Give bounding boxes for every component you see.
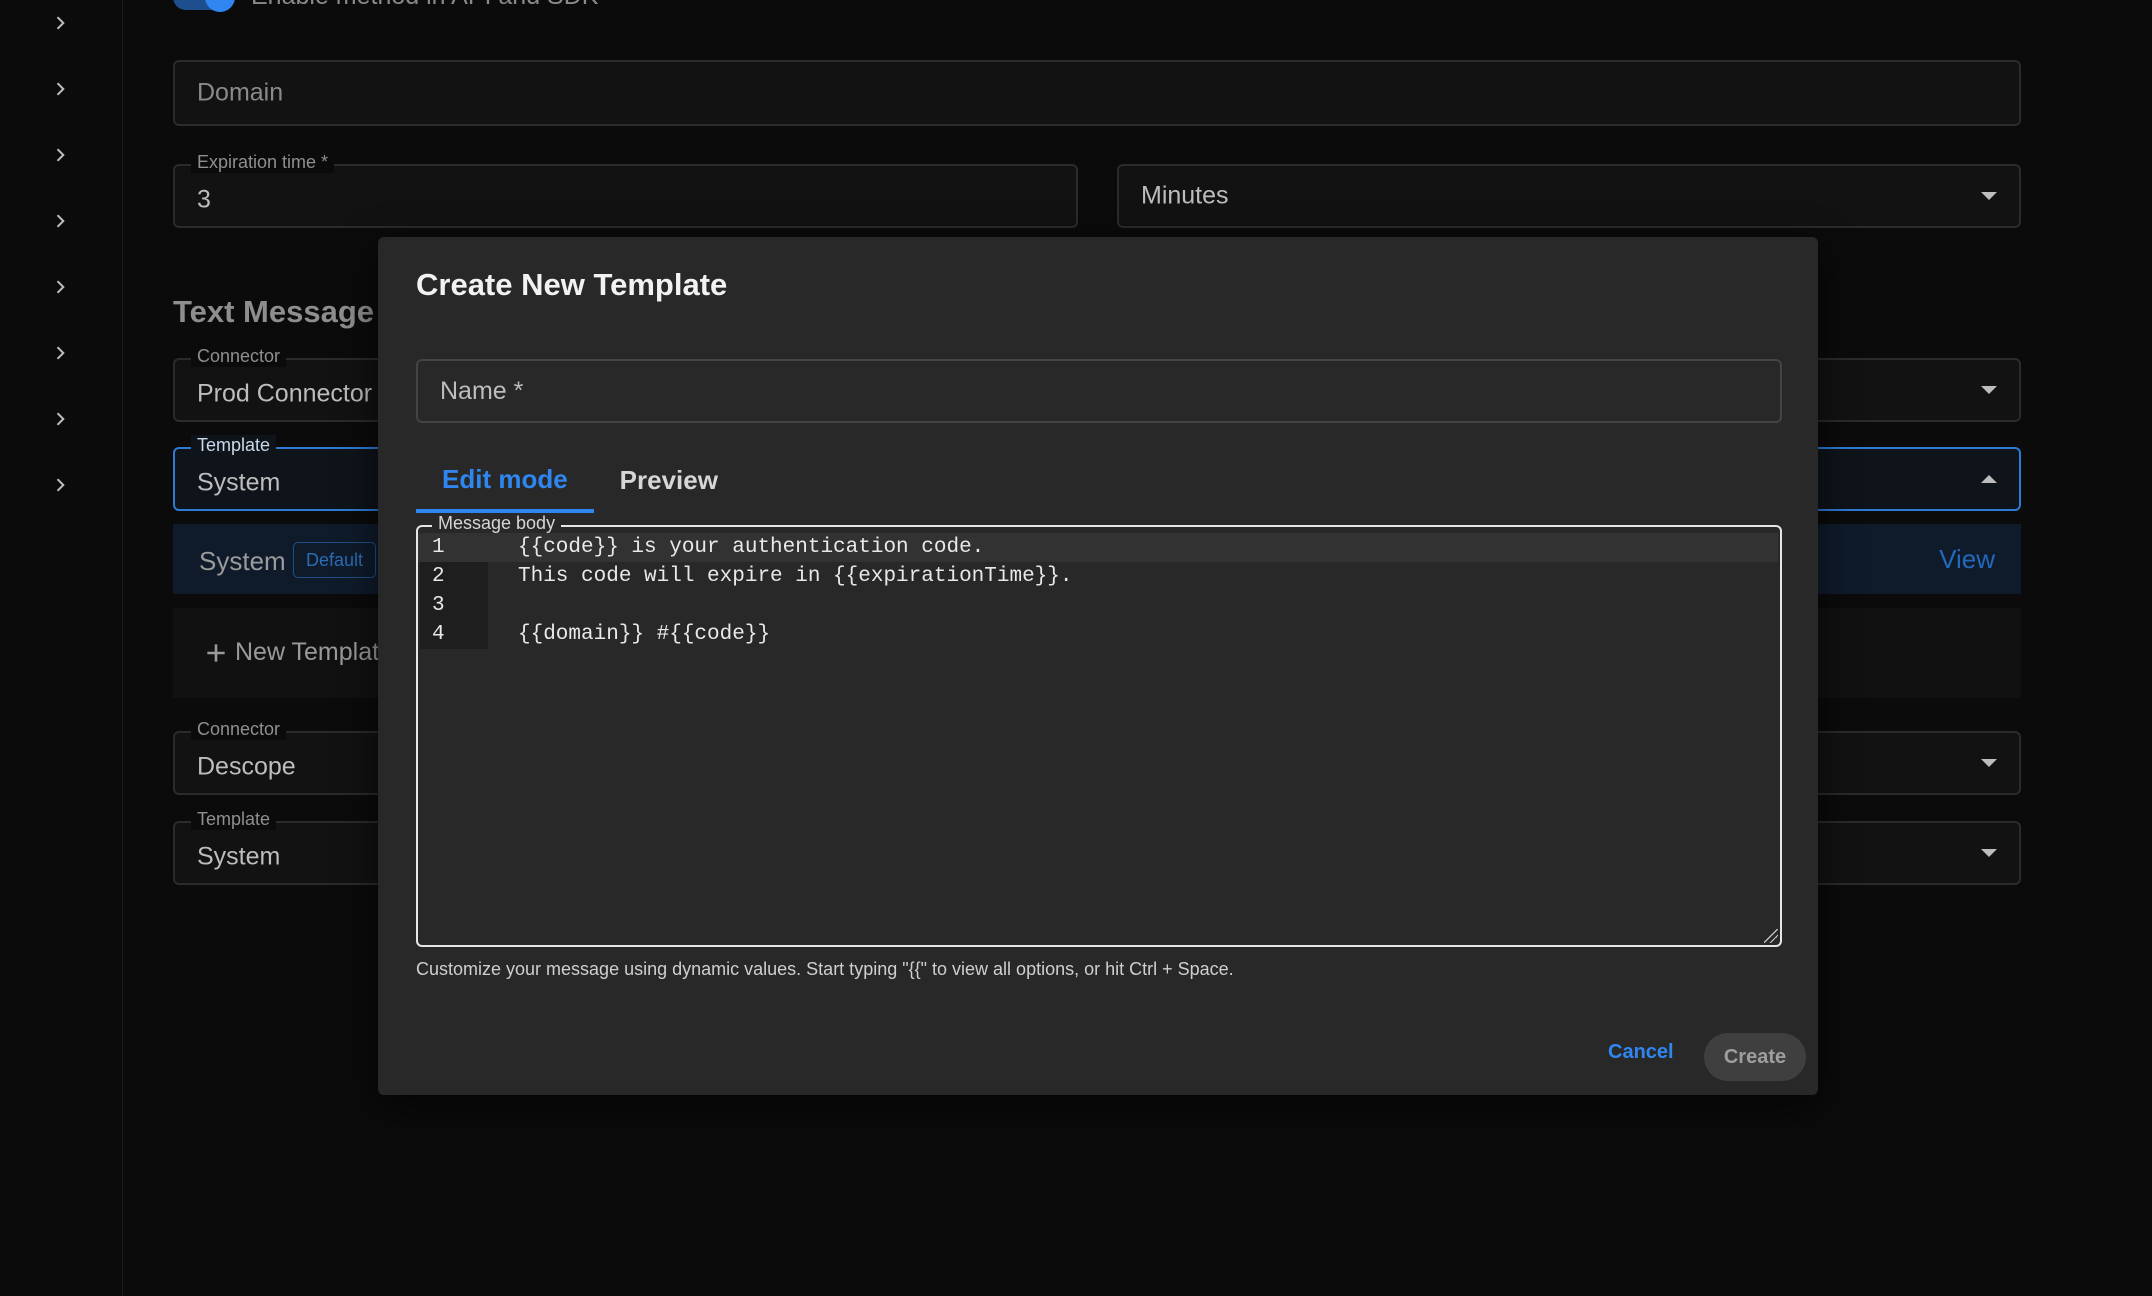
caret-down-icon: [1981, 759, 1997, 767]
tab-preview[interactable]: Preview: [594, 449, 744, 511]
expiration-unit-value: Minutes: [1141, 181, 1229, 210]
expiration-time-label: Expiration time *: [191, 152, 335, 173]
helper-text: Customize your message using dynamic val…: [416, 959, 1234, 979]
connector-label: Connector: [191, 346, 287, 367]
line-number: 3: [432, 594, 445, 617]
connector-value-2: Descope: [197, 752, 296, 781]
message-body-editor[interactable]: Message body 1 {{code}} is your authenti…: [416, 513, 1782, 947]
caret-up-icon: [1981, 475, 1997, 483]
api-sdk-toggle-label: Enable method in API and SDK: [251, 0, 598, 11]
line-text: {{code}} is your authentication code.: [518, 536, 985, 559]
code-line[interactable]: 1 {{code}} is your authentication code.: [418, 533, 1778, 562]
expiration-unit-select[interactable]: Minutes: [1117, 164, 2021, 228]
dialog-title: Create New Template: [416, 267, 728, 302]
create-button[interactable]: Create: [1704, 1033, 1806, 1081]
api-sdk-toggle[interactable]: [173, 0, 235, 12]
connector-value: Prod Connector: [197, 379, 373, 408]
connector-label-2: Connector: [191, 719, 287, 740]
line-number: 4: [432, 623, 445, 646]
caret-down-icon: [1981, 849, 1997, 857]
new-template-label: New Template: [235, 638, 393, 666]
code-line[interactable]: 3: [418, 591, 1778, 620]
tab-edit-mode[interactable]: Edit mode: [416, 449, 594, 513]
name-input[interactable]: [418, 361, 1780, 421]
caret-down-icon: [1981, 386, 1997, 394]
default-badge: Default: [293, 542, 377, 578]
line-text: {{domain}} #{{code}}: [518, 623, 771, 646]
line-text: This code will expire in {{expirationTim…: [518, 565, 1073, 588]
create-template-dialog: Create New Template Edit mode Preview Me…: [378, 237, 1818, 1095]
resize-handle[interactable]: [1764, 929, 1778, 943]
template-label: Template: [191, 435, 277, 456]
template-label-2: Template: [191, 809, 277, 830]
api-sdk-toggle-row: Enable method in API and SDK: [173, 0, 598, 12]
mode-tabs: Edit mode Preview: [416, 449, 744, 513]
name-field[interactable]: [416, 359, 1782, 423]
message-body-label: Message body: [432, 513, 562, 534]
section-title: Text Message: [173, 294, 375, 329]
expiration-time-value: 3: [197, 185, 211, 214]
domain-placeholder: Domain: [197, 78, 284, 107]
template-value-2: System: [197, 842, 281, 871]
view-link[interactable]: View: [1939, 544, 1995, 575]
code-line[interactable]: 2 This code will expire in {{expirationT…: [418, 562, 1778, 591]
template-value: System: [197, 468, 281, 497]
code-line[interactable]: 4 {{domain}} #{{code}}: [418, 620, 1778, 649]
plus-icon: [207, 643, 225, 662]
new-template-button[interactable]: New Template: [203, 638, 393, 667]
caret-down-icon: [1981, 192, 1997, 200]
line-number: 1: [432, 536, 445, 559]
domain-field[interactable]: Domain: [173, 60, 2021, 126]
line-number: 2: [432, 565, 445, 588]
template-option-name: System: [199, 546, 286, 576]
cancel-button[interactable]: Cancel: [1600, 1033, 1682, 1071]
expiration-time-field[interactable]: Expiration time * 3: [173, 152, 1078, 228]
